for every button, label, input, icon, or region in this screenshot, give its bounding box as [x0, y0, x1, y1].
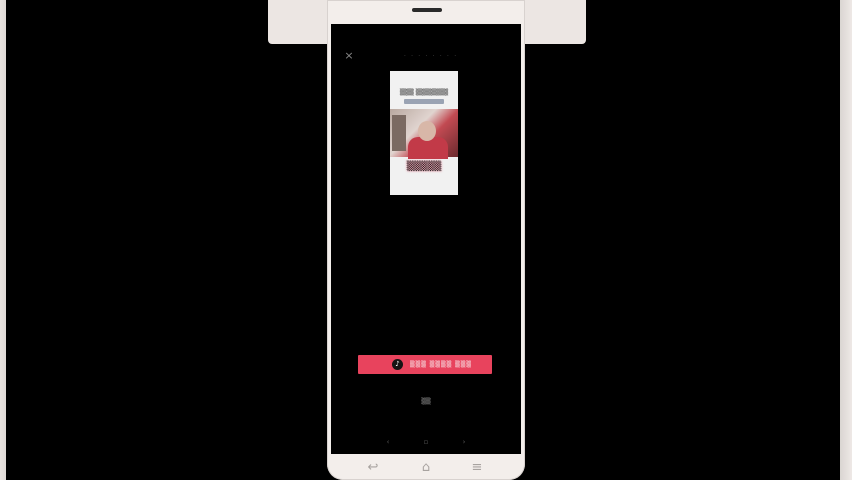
- background-device-right: [830, 0, 852, 480]
- home-icon[interactable]: ▫: [421, 436, 431, 448]
- share-button-label: ▒▒▒ ▒▒▒▒ ▒▒▒: [410, 361, 472, 368]
- hardware-home-icon[interactable]: ⌂: [414, 460, 438, 476]
- hardware-navigation-keys: ↩ ⌂ ≡: [327, 458, 525, 480]
- close-icon[interactable]: ×: [342, 49, 356, 63]
- phone-screen: × · · · · · · · · ▒▒▒ ▒▒▒▒▒▒▒ ▒▒▒▒▒ ♪ ▒▒…: [331, 24, 521, 454]
- back-icon[interactable]: ‹: [383, 436, 393, 448]
- screen-title: · · · · · · · ·: [404, 53, 458, 59]
- cover-caption: ▒▒▒▒▒: [406, 162, 442, 172]
- cover-photo: [390, 109, 458, 159]
- music-note-icon: ♪: [392, 359, 403, 370]
- hardware-menu-icon[interactable]: ≡: [465, 460, 489, 476]
- cover-headline: ▒▒▒ ▒▒▒▒▒▒▒: [399, 89, 449, 96]
- background-device-left: [0, 0, 16, 480]
- video-cover-thumbnail[interactable]: ▒▒▒ ▒▒▒▒▒▒▒ ▒▒▒▒▒: [390, 71, 458, 195]
- share-to-app-button[interactable]: ♪ ▒▒▒ ▒▒▒▒ ▒▒▒: [358, 355, 492, 374]
- phone-speaker: [412, 8, 442, 12]
- soft-navigation-bar: ‹ ▫ ›: [331, 436, 521, 448]
- phone-device: × · · · · · · · · ▒▒▒ ▒▒▒▒▒▒▒ ▒▒▒▒▒ ♪ ▒▒…: [327, 0, 525, 480]
- cover-subline: [404, 99, 444, 104]
- recent-apps-icon[interactable]: ›: [459, 436, 469, 448]
- hardware-back-icon[interactable]: ↩: [361, 460, 385, 476]
- done-link[interactable]: ▒▒: [411, 396, 441, 408]
